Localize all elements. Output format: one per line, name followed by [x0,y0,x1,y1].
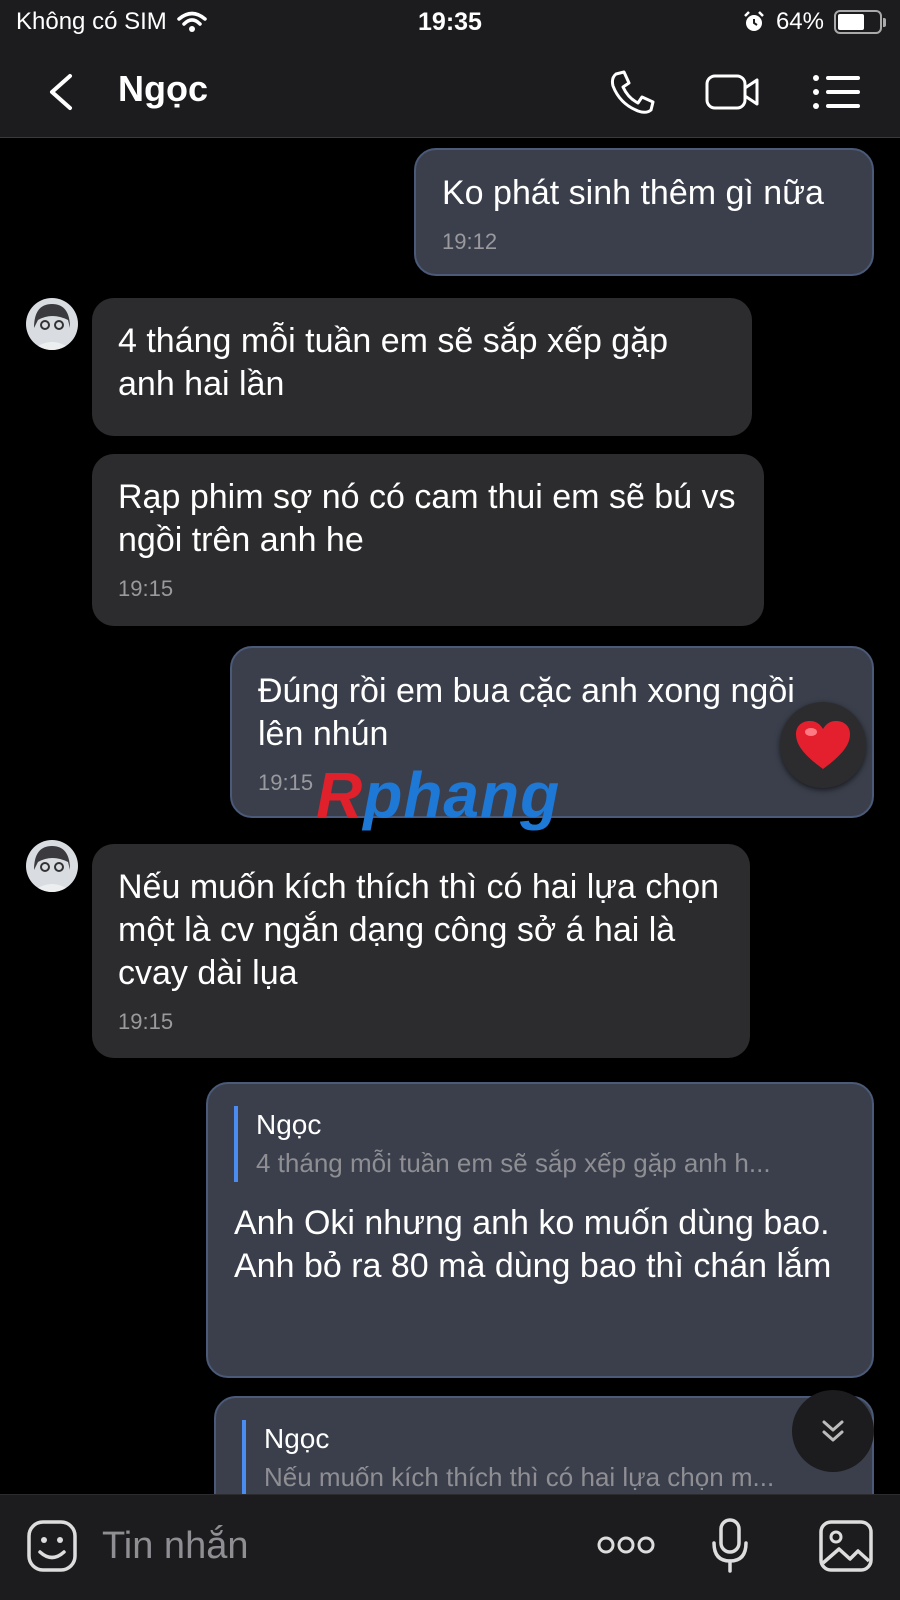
chat-header: Ngọc [0,46,900,138]
message-time: 19:15 [118,1009,174,1034]
more-icon[interactable] [596,1533,656,1557]
back-icon[interactable] [40,68,84,116]
quote-author: Ngọc [256,1109,322,1140]
heart-reaction[interactable] [780,702,866,788]
quote-text: Nếu muốn kích thích thì có hai lựa chọn … [264,1462,775,1492]
message-bubble-incoming[interactable]: Rạp phim sợ nó có cam thui em sẽ bú vs n… [92,454,764,626]
message-bubble-outgoing[interactable]: Ko phát sinh thêm gì nữa 19:12 [414,148,874,276]
contact-name[interactable]: Ngọc [118,68,208,110]
message-text: Anh Oki nhưng anh ko muốn dùng bao. Anh … [234,1204,832,1285]
message-text: 4 tháng mỗi tuần em sẽ sắp xếp gặp anh h… [118,322,669,403]
battery-percent: 64% [775,8,824,35]
message-bubble-outgoing-reply[interactable]: Ngọc Nếu muốn kích thích thì có hai lựa … [214,1396,874,1494]
reply-quote[interactable]: Ngọc 4 tháng mỗi tuần em sẽ sắp xếp gặp … [234,1106,846,1182]
message-bubble-incoming[interactable]: Nếu muốn kích thích thì có hai lựa chọn … [92,844,750,1058]
video-icon[interactable] [704,66,760,118]
message-bubble-outgoing-reply[interactable]: Ngọc 4 tháng mỗi tuần em sẽ sắp xếp gặp … [206,1082,874,1378]
scroll-to-bottom-button[interactable] [792,1390,874,1472]
composer-bar [0,1494,900,1600]
message-input[interactable] [102,1521,562,1571]
quote-text: 4 tháng mỗi tuần em sẽ sắp xếp gặp anh h… [256,1148,771,1178]
quote-author: Ngọc [264,1423,330,1454]
menu-icon[interactable] [810,66,866,118]
alarm-icon [744,11,764,31]
double-chevron-down-icon [822,1420,844,1442]
phone-icon[interactable] [604,66,660,118]
battery-icon [834,10,886,34]
microphone-icon[interactable] [710,1517,750,1575]
status-bar: Không có SIM 19:35 64% [0,0,900,46]
message-time: 19:12 [442,229,498,254]
image-icon[interactable] [818,1519,874,1573]
message-bubble-incoming[interactable]: 4 tháng mỗi tuần em sẽ sắp xếp gặp anh h… [92,298,752,436]
message-list[interactable]: Ko phát sinh thêm gì nữa 19:12 4 tháng m… [0,138,900,1494]
watermark-logo: Rphang [316,759,561,831]
emoji-icon[interactable] [26,1519,78,1573]
avatar[interactable] [26,298,78,350]
avatar[interactable] [26,840,78,892]
message-text: Nếu muốn kích thích thì có hai lựa chọn … [118,868,720,992]
reply-quote[interactable]: Ngọc Nếu muốn kích thích thì có hai lựa … [242,1420,846,1494]
message-text: Đúng rồi em bua cặc anh xong ngồi lên nh… [258,672,795,753]
heart-icon [796,721,850,769]
message-text: Ko phát sinh thêm gì nữa [442,174,824,212]
message-time: 19:15 [118,576,174,601]
message-text: Rạp phim sợ nó có cam thui em sẽ bú vs n… [118,478,736,559]
